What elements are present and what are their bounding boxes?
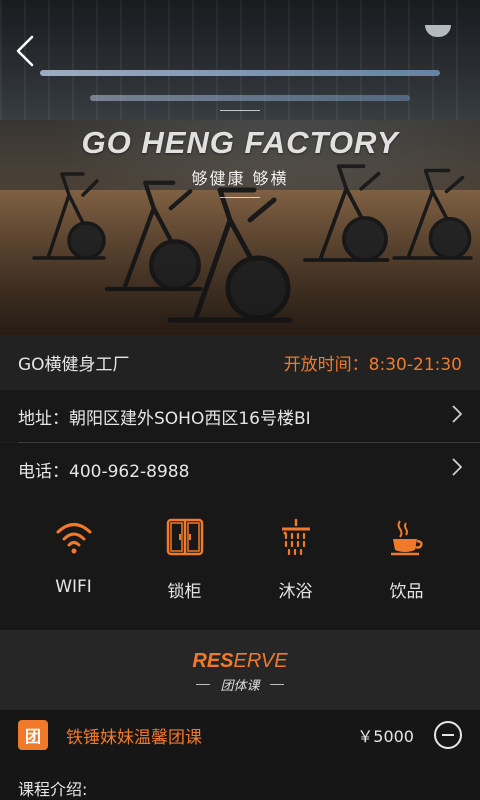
chevron-right-icon <box>452 457 463 482</box>
phone-row[interactable]: 电话：400-962-8988 <box>0 443 480 495</box>
locker-icon <box>166 518 203 556</box>
reserve-title-part: ERVE <box>233 650 288 672</box>
minus-icon <box>442 734 454 736</box>
brand-block: GO HENG FACTORY 够健康 够横 <box>0 110 480 198</box>
course-intro-label: 课程介绍: <box>18 780 88 799</box>
amenity-label: 锁柜 <box>167 582 202 602</box>
divider <box>220 197 260 198</box>
amenity-label: WIFI <box>55 577 92 597</box>
course-intro-row: 课程介绍: <box>0 760 480 800</box>
course-info: 团 铁锤妹妹温馨团课 <box>18 720 202 750</box>
brand-title: GO HENG FACTORY <box>81 125 399 160</box>
course-price: ￥5000 <box>357 727 414 746</box>
amenity-drinks: 饮品 <box>362 495 452 630</box>
address-text: 地址：朝阳区建外SOHO西区16号楼BI <box>18 408 311 429</box>
chevron-right-icon <box>452 404 463 429</box>
divider <box>196 684 211 685</box>
amenity-label: 沐浴 <box>278 582 313 602</box>
reserve-title-part: RES <box>192 650 234 672</box>
back-button[interactable] <box>10 34 40 68</box>
reserve-title: RESERVE <box>0 650 480 673</box>
gym-name: GO横健身工厂 <box>18 355 130 375</box>
hero-banner: GO HENG FACTORY 够健康 够横 <box>0 0 480 335</box>
remove-course-button[interactable] <box>434 721 462 749</box>
amenity-shower: 沐浴 <box>251 495 341 630</box>
chevron-left-icon <box>16 35 34 67</box>
wifi-icon <box>56 523 91 554</box>
amenity-locker: 锁柜 <box>140 495 230 630</box>
course-name: 铁锤妹妹温馨团课 <box>66 727 202 748</box>
amenity-wifi: WIFI <box>29 495 119 630</box>
opening-hours: 开放时间：8:30-21:30 <box>283 355 462 375</box>
address-row[interactable]: 地址：朝阳区建外SOHO西区16号楼BI <box>0 390 480 442</box>
divider <box>220 110 260 111</box>
reserve-section-header: RESERVE 团体课 <box>0 630 480 710</box>
reserve-subtitle-row: 团体课 <box>0 675 480 694</box>
shower-icon <box>281 519 310 556</box>
amenity-label: 饮品 <box>389 582 424 602</box>
gym-title-row: GO横健身工厂 开放时间：8:30-21:30 <box>0 335 480 390</box>
coffee-icon <box>390 520 423 556</box>
course-actions: ￥5000 <box>357 721 462 749</box>
amenities-bar: WIFI 锁柜 沐浴 饮品 <box>0 495 480 630</box>
group-class-icon: 团 <box>18 720 48 750</box>
phone-text: 电话：400-962-8988 <box>18 461 190 482</box>
reserve-subtitle: 团体课 <box>220 679 260 694</box>
course-item[interactable]: 团 铁锤妹妹温馨团课 ￥5000 <box>0 710 480 760</box>
brand-tagline: 够健康 够横 <box>191 169 289 188</box>
divider <box>269 684 284 685</box>
